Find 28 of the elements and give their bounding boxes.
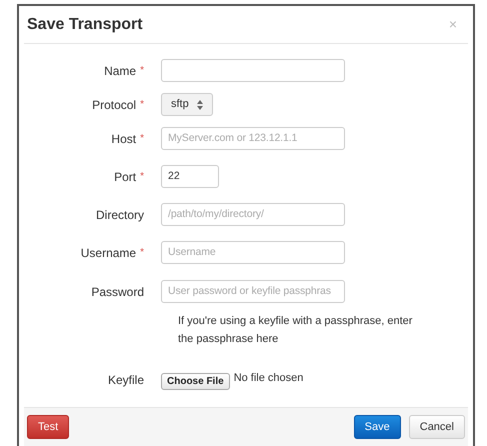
required-mark: * [140, 64, 144, 78]
text-field[interactable]: MyServer.com or 123.12.1.1 [161, 127, 345, 150]
field-label: Password [91, 284, 144, 300]
field-label: Username [80, 244, 136, 262]
dialog-title: Save Transport [27, 14, 143, 34]
save-button[interactable]: Save [354, 415, 401, 439]
help-text: If you're using a keyfile with a passphrase, enter the passphrase here [178, 314, 414, 347]
field-label: Protocol [92, 96, 136, 114]
field-label: Name [104, 62, 136, 80]
cancel-button[interactable]: Cancel [408, 415, 465, 439]
test-button[interactable]: Test [27, 415, 70, 439]
text-field[interactable]: User password or keyfile passphras [161, 280, 345, 303]
field-label: Port [114, 168, 136, 186]
required-mark: * [140, 98, 144, 112]
text-field[interactable] [161, 59, 345, 82]
text-field[interactable]: 22 [161, 165, 219, 188]
required-mark: * [140, 132, 144, 146]
stepper-icon [196, 100, 203, 110]
required-mark: * [140, 170, 144, 184]
protocol-select[interactable]: sftp [161, 93, 213, 116]
required-mark: * [140, 246, 144, 260]
text-field[interactable]: /path/to/my/directory/ [161, 203, 345, 226]
field-label: Keyfile [108, 372, 144, 389]
file-status: No file chosen [234, 371, 304, 386]
field-label: Host [111, 130, 136, 148]
text-field[interactable]: Username [161, 241, 345, 264]
field-label: Directory [96, 206, 144, 224]
choose-file-button[interactable]: Choose File [161, 373, 230, 390]
